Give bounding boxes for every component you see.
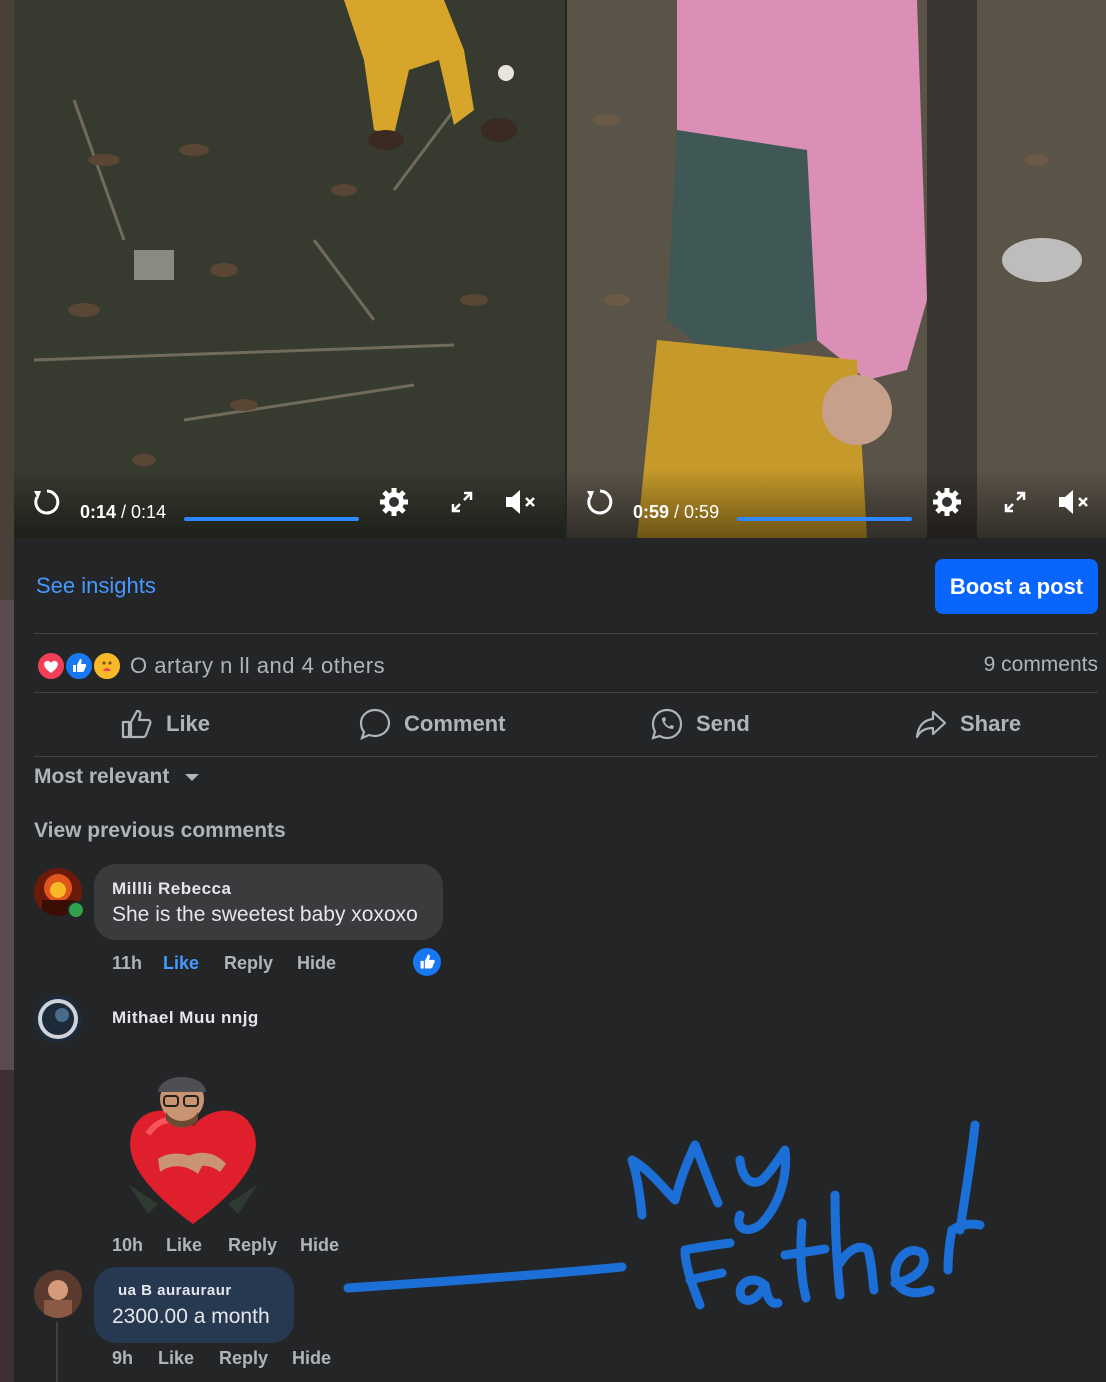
fullscreen-icon[interactable] [1003,490,1027,519]
see-insights-link[interactable]: See insights [36,573,156,599]
video-progress-bar-2[interactable] [737,517,912,521]
like-reaction-icon [64,651,94,681]
comment-time[interactable]: 11h [112,953,142,974]
reaction-summary[interactable]: O artary n ll and 4 others [130,653,385,679]
reply-thread-line [56,1322,58,1382]
comment-hide-button[interactable]: Hide [292,1348,331,1369]
view-previous-comments-link[interactable]: View previous comments [34,819,286,843]
like-label: Like [166,711,211,736]
fullscreen-icon[interactable] [450,490,474,519]
video-time-2: 0:59 / 0:59 [633,502,720,522]
comment-button[interactable]: Comment [358,706,505,742]
like-reaction-icon[interactable] [413,948,441,976]
left-edge-strip [0,0,14,1382]
share-arrow-icon [915,710,947,739]
comment-like-button[interactable]: Like [163,953,199,974]
comment-text: 2300.00 a month [112,1305,270,1328]
comment-bubble [94,864,443,940]
comment-hide-button[interactable]: Hide [300,1235,339,1256]
thumbs-up-icon [121,709,152,739]
like-button[interactable]: Like [120,706,210,742]
comments-count[interactable]: 9 comments [984,653,1098,677]
video-controls-2: 0:59 / 0:59 [567,468,1106,538]
comment-bubble-icon [359,708,391,740]
video-time-1: 0:14 / 0:14 [80,502,167,522]
avatar-heart-sticker[interactable] [118,1064,268,1232]
sort-label: Most relevant [34,765,170,788]
avatar[interactable] [34,995,82,1043]
comment-author[interactable]: Mithael Muu nnjg [112,1008,259,1028]
divider [34,633,1098,634]
replay-icon[interactable] [32,487,62,522]
comment-reply-button[interactable]: Reply [228,1235,277,1256]
comment-time[interactable]: 9h [112,1348,133,1369]
comment-hide-button[interactable]: Hide [297,953,336,974]
caret-down-icon [185,774,200,781]
boost-post-button[interactable]: Boost a post [935,559,1098,614]
settings-gear-icon[interactable] [931,486,963,523]
online-status-dot [67,901,85,919]
divider [34,756,1098,757]
comment-time[interactable]: 10h [112,1235,143,1256]
divider [34,692,1098,693]
sort-dropdown[interactable]: Most relevant [34,765,201,789]
whatsapp-icon [651,708,683,740]
video-frame-1 [14,0,565,538]
comment-like-button[interactable]: Like [166,1235,202,1256]
love-reaction-icon [36,651,66,681]
comment-author[interactable]: Millli Rebecca [112,879,231,899]
mute-icon[interactable] [504,488,538,521]
avatar[interactable] [34,1270,82,1318]
video-frame-2 [567,0,1106,538]
settings-gear-icon[interactable] [378,486,410,523]
send-button[interactable]: Send [650,706,750,742]
comment-label: Comment [404,711,506,736]
share-button[interactable]: Share [914,706,1021,742]
handwritten-annotation [343,1120,985,1310]
video-controls-1: 0:14 / 0:14 [14,468,565,538]
send-label: Send [696,711,750,736]
video-progress-bar-1[interactable] [184,517,359,521]
video-player-1[interactable]: 0:14 / 0:14 [14,0,565,538]
comment-reply-button[interactable]: Reply [219,1348,268,1369]
share-label: Share [960,711,1022,736]
comment-author[interactable]: ua B aurauraur [118,1282,232,1299]
care-reaction-icon [92,651,122,681]
comment-like-button[interactable]: Like [158,1348,194,1369]
replay-icon[interactable] [585,487,615,522]
comment-reply-button[interactable]: Reply [224,953,273,974]
video-player-2[interactable]: 0:59 / 0:59 [567,0,1106,538]
comment-text: She is the sweetest baby xoxoxo [112,903,418,926]
mute-icon[interactable] [1057,488,1091,521]
